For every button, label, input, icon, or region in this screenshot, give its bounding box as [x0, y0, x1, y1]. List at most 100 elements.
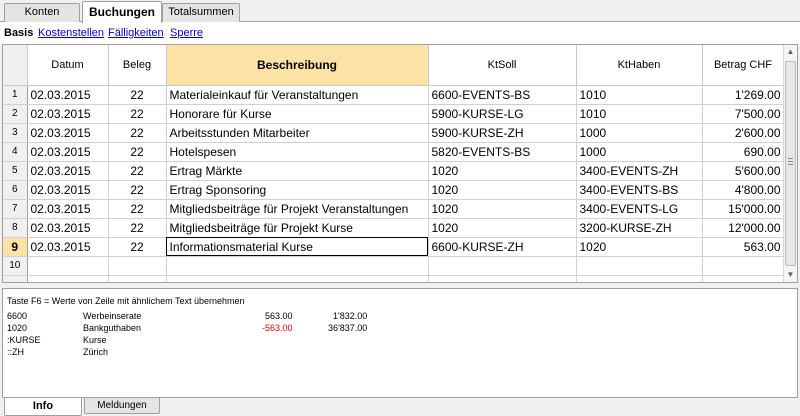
cell-beleg[interactable]: [108, 275, 167, 282]
vertical-scrollbar[interactable]: ▲ ▼: [783, 45, 797, 282]
row-number[interactable]: [3, 275, 28, 282]
scrollbar-thumb[interactable]: [785, 61, 796, 266]
cell-beschreibung[interactable]: Arbeitsstunden Mitarbeiter: [166, 123, 429, 143]
cell-beleg[interactable]: 22: [108, 104, 167, 124]
cell-ktsoll[interactable]: 1020: [428, 161, 577, 181]
cell-ktsoll[interactable]: 5900-KURSE-ZH: [428, 123, 577, 143]
cell-datum[interactable]: 02.03.2015: [27, 237, 109, 257]
tab-buchungen[interactable]: Buchungen: [82, 1, 162, 23]
cell-beschreibung[interactable]: Ertrag Märkte: [166, 161, 429, 181]
view-kostenstellen[interactable]: Kostenstellen: [38, 27, 104, 39]
cell-betrag[interactable]: 690.00: [702, 142, 785, 162]
cell-beschreibung-focused[interactable]: Informationsmaterial Kurse: [166, 237, 429, 257]
cell-kthaben[interactable]: 1000: [576, 123, 703, 143]
row-number-header[interactable]: [3, 45, 28, 86]
cell-beleg[interactable]: 22: [108, 180, 167, 200]
cell-beleg[interactable]: 22: [108, 123, 167, 143]
row-number[interactable]: 8: [3, 218, 28, 238]
cell-beleg[interactable]: 22: [108, 218, 167, 238]
cell-kthaben[interactable]: 3200-KURSE-ZH: [576, 218, 703, 238]
cell-datum[interactable]: 02.03.2015: [27, 123, 109, 143]
cell-betrag[interactable]: 2'600.00: [702, 123, 785, 143]
row-number[interactable]: 4: [3, 142, 28, 162]
cell-beschreibung[interactable]: [166, 256, 429, 276]
view-basis[interactable]: Basis: [4, 27, 33, 39]
row-number[interactable]: 5: [3, 161, 28, 181]
cell-beschreibung[interactable]: Mitgliedsbeiträge für Projekt Kurse: [166, 218, 429, 238]
cell-kthaben[interactable]: 3400-EVENTS-LG: [576, 199, 703, 219]
row-number[interactable]: 2: [3, 104, 28, 124]
cell-beleg[interactable]: 22: [108, 161, 167, 181]
cell-beschreibung[interactable]: Honorare für Kurse: [166, 104, 429, 124]
cell-beschreibung[interactable]: Mitgliedsbeiträge für Projekt Veranstalt…: [166, 199, 429, 219]
cell-beschreibung[interactable]: Materialeinkauf für Veranstaltungen: [166, 85, 429, 105]
cell-betrag[interactable]: 15'000.00: [702, 199, 785, 219]
cell-betrag[interactable]: 563.00: [702, 237, 785, 257]
cell-beleg[interactable]: 22: [108, 237, 167, 257]
info-account-name: Kurse: [83, 335, 107, 345]
cell-ktsoll[interactable]: 1020: [428, 218, 577, 238]
cell-ktsoll[interactable]: 1020: [428, 199, 577, 219]
cell-ktsoll[interactable]: [428, 256, 577, 276]
cell-ktsoll[interactable]: [428, 275, 577, 282]
cell-ktsoll[interactable]: 6600-EVENTS-BS: [428, 85, 577, 105]
cell-beleg[interactable]: 22: [108, 199, 167, 219]
info-account-name: Zürich: [83, 347, 109, 357]
cell-kthaben[interactable]: 1010: [576, 104, 703, 124]
cell-ktsoll[interactable]: 5820-EVENTS-BS: [428, 142, 577, 162]
row-number[interactable]: 6: [3, 180, 28, 200]
column-header-betrag[interactable]: Betrag CHF: [702, 45, 785, 86]
row-number[interactable]: 3: [3, 123, 28, 143]
column-header-datum[interactable]: Datum: [27, 45, 109, 86]
view-sperre[interactable]: Sperre: [170, 27, 203, 39]
row-number[interactable]: 1: [3, 85, 28, 105]
row-number-current[interactable]: 9: [3, 237, 28, 257]
cell-betrag[interactable]: [702, 275, 785, 282]
cell-beschreibung[interactable]: Ertrag Sponsoring: [166, 180, 429, 200]
cell-kthaben[interactable]: 1000: [576, 142, 703, 162]
cell-betrag[interactable]: [702, 256, 785, 276]
cell-betrag[interactable]: 1'269.00: [702, 85, 785, 105]
cell-ktsoll[interactable]: 5900-KURSE-LG: [428, 104, 577, 124]
cell-ktsoll[interactable]: 6600-KURSE-ZH: [428, 237, 577, 257]
cell-datum[interactable]: [27, 275, 109, 282]
cell-betrag[interactable]: 4'800.00: [702, 180, 785, 200]
cell-beleg[interactable]: 22: [108, 85, 167, 105]
row-number[interactable]: 10: [3, 256, 28, 276]
view-faelligkeiten[interactable]: Fälligkeiten: [108, 27, 164, 39]
row-number[interactable]: 7: [3, 199, 28, 219]
scroll-down-arrow-icon[interactable]: ▼: [784, 268, 797, 282]
cell-beleg[interactable]: 22: [108, 142, 167, 162]
cell-datum[interactable]: [27, 256, 109, 276]
cell-betrag[interactable]: 5'600.00: [702, 161, 785, 181]
cell-kthaben[interactable]: 1010: [576, 85, 703, 105]
tab-totalsummen[interactable]: Totalsummen: [162, 3, 240, 22]
column-header-beschreibung[interactable]: Beschreibung: [166, 45, 429, 86]
column-header-ktsoll[interactable]: KtSoll: [428, 45, 577, 86]
column-header-kthaben[interactable]: KtHaben: [576, 45, 703, 86]
cell-beleg[interactable]: [108, 256, 167, 276]
cell-datum[interactable]: 02.03.2015: [27, 199, 109, 219]
cell-datum[interactable]: 02.03.2015: [27, 85, 109, 105]
cell-kthaben[interactable]: 3400-EVENTS-ZH: [576, 161, 703, 181]
cell-beschreibung[interactable]: Hotelspesen: [166, 142, 429, 162]
tab-meldungen[interactable]: Meldungen: [84, 398, 160, 414]
column-header-beleg[interactable]: Beleg: [108, 45, 167, 86]
cell-beschreibung[interactable]: [166, 275, 429, 282]
cell-betrag[interactable]: 7'500.00: [702, 104, 785, 124]
tab-info[interactable]: Info: [4, 398, 82, 416]
cell-kthaben[interactable]: 3400-EVENTS-BS: [576, 180, 703, 200]
cell-datum[interactable]: 02.03.2015: [27, 142, 109, 162]
tab-konten[interactable]: Konten: [4, 3, 80, 22]
cell-datum[interactable]: 02.03.2015: [27, 104, 109, 124]
table-header-row: Datum Beleg Beschreibung KtSoll KtHaben …: [3, 45, 785, 86]
cell-betrag[interactable]: 12'000.00: [702, 218, 785, 238]
scroll-up-arrow-icon[interactable]: ▲: [784, 45, 797, 59]
cell-datum[interactable]: 02.03.2015: [27, 180, 109, 200]
cell-kthaben[interactable]: 1020: [576, 237, 703, 257]
cell-datum[interactable]: 02.03.2015: [27, 161, 109, 181]
cell-kthaben[interactable]: [576, 275, 703, 282]
cell-ktsoll[interactable]: 1020: [428, 180, 577, 200]
cell-datum[interactable]: 02.03.2015: [27, 218, 109, 238]
cell-kthaben[interactable]: [576, 256, 703, 276]
